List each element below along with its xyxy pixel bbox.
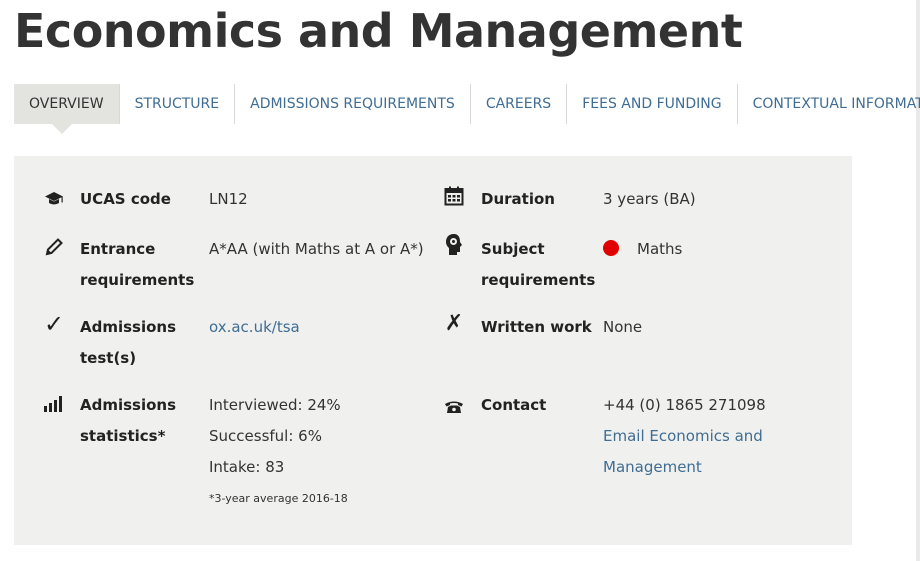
tab-careers[interactable]: CAREERS (471, 84, 568, 124)
tab-bar: OVERVIEW STRUCTURE ADMISSIONS REQUIREMEN… (14, 84, 920, 134)
duration-value: 3 years (BA) (603, 190, 696, 208)
ucas-code-value: LN12 (209, 190, 248, 208)
tab-overview[interactable]: OVERVIEW (14, 84, 120, 134)
stats-footnote: *3-year average 2016-18 (209, 492, 348, 505)
entrance-label-line2: requirements (80, 271, 195, 289)
checkmark-icon: ✓ (43, 310, 65, 338)
written-work-value: None (603, 318, 643, 336)
calendar-icon (442, 186, 466, 209)
admissions-test-label-line2: test(s) (80, 349, 137, 367)
tab-admissions-requirements[interactable]: ADMISSIONS REQUIREMENTS (235, 84, 471, 124)
tab-fees-and-funding[interactable]: FEES AND FUNDING (567, 84, 738, 124)
ucas-code-label: UCAS code (80, 190, 171, 208)
subject-label-line1: Subject (481, 240, 545, 258)
required-subject-dot (603, 240, 619, 256)
contact-label: Contact (481, 396, 547, 414)
subject-label-line2: requirements (481, 271, 596, 289)
graduation-cap-icon (42, 190, 66, 210)
duration-label: Duration (481, 190, 555, 208)
admissions-test-label-line1: Admissions (80, 318, 177, 336)
tab-structure[interactable]: STRUCTURE (120, 84, 236, 124)
overview-panel: UCAS code LN12 Duration 3 years (BA) Ent… (14, 156, 852, 545)
admissions-test-link[interactable]: ox.ac.uk/tsa (209, 312, 300, 343)
entrance-label-line1: Entrance (80, 240, 156, 258)
telephone-icon (442, 397, 466, 417)
bar-chart-icon (44, 396, 62, 412)
stats-intake: Intake: 83 (209, 458, 285, 476)
contact-email-link-line2[interactable]: Management (603, 452, 702, 483)
subject-value: Maths (637, 240, 683, 258)
head-gear-icon (442, 233, 466, 260)
stats-interviewed: Interviewed: 24% (209, 396, 341, 414)
contact-phone: +44 (0) 1865 271098 (603, 396, 766, 414)
written-work-label: Written work (481, 318, 592, 336)
tab-contextual-information[interactable]: CONTEXTUAL INFORMATION (738, 84, 920, 124)
pencil-icon (42, 237, 66, 260)
entrance-value: A*AA (with Maths at A or A*) (209, 240, 424, 258)
contact-email-link-line1[interactable]: Email Economics and (603, 421, 763, 452)
cross-icon: ✗ (444, 311, 464, 336)
stats-successful: Successful: 6% (209, 427, 322, 445)
page-title: Economics and Management (14, 4, 743, 58)
stats-label-line2: statistics* (80, 427, 166, 445)
stats-label-line1: Admissions (80, 396, 177, 414)
